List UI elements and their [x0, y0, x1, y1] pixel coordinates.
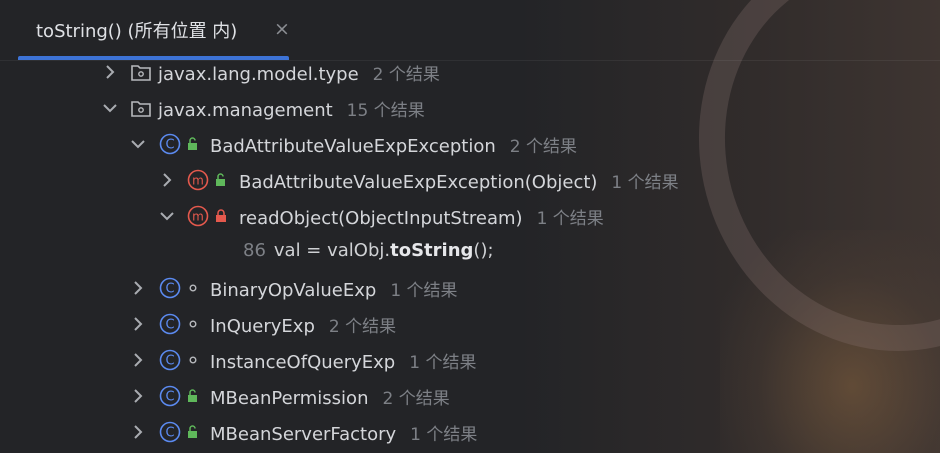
tree-node-label: InQueryExp 2 个结果	[210, 312, 396, 337]
close-icon[interactable]: ×	[274, 17, 290, 41]
svg-text:C: C	[165, 138, 174, 153]
tree-node-method[interactable]: m readObject(ObjectInputStream) 1 个结果	[0, 198, 940, 234]
node-name: BadAttributeValueExpException	[210, 136, 496, 157]
result-count: 1 个结果	[611, 173, 679, 193]
usage-code-line[interactable]: 86 val = valObj.toString();	[0, 234, 940, 270]
class-icon: C	[159, 313, 181, 335]
svg-text:C: C	[165, 282, 174, 297]
result-count: 2 个结果	[382, 389, 450, 409]
chevron-right-icon[interactable]	[130, 315, 146, 333]
tree-node-label: MBeanServerFactory 1 个结果	[210, 420, 477, 445]
chevron-right-icon[interactable]	[130, 279, 146, 297]
tree-node-package[interactable]: javax.management 15 个结果	[0, 90, 940, 126]
node-name: InstanceOfQueryExp	[210, 352, 396, 373]
tree-node-label: BinaryOpValueExp 1 个结果	[210, 276, 458, 301]
class-icon: C	[159, 277, 181, 299]
result-count: 1 个结果	[409, 353, 477, 373]
package-private-icon	[189, 320, 197, 328]
node-name: javax.lang.model.type	[158, 64, 359, 85]
node-name: BadAttributeValueExpException(Object)	[239, 172, 598, 193]
code-after: ();	[473, 240, 494, 261]
tree-node-class[interactable]: C InQueryExp 2 个结果	[0, 306, 940, 342]
method-icon: m	[187, 169, 209, 191]
tree-node-package[interactable]: javax.lang.model.type 2 个结果	[0, 54, 940, 90]
svg-text:C: C	[165, 354, 174, 369]
result-count: 15 个结果	[346, 101, 425, 121]
tree-node-label: BadAttributeValueExpException(Object) 1 个…	[239, 168, 679, 193]
tree-node-label: readObject(ObjectInputStream) 1 个结果	[239, 204, 604, 229]
code-before: val = valObj.	[273, 240, 391, 261]
tab-title: toString() (所有位置 内)	[36, 21, 238, 42]
code-snippet: 86 val = valObj.toString();	[243, 240, 494, 261]
class-icon: C	[159, 385, 181, 407]
svg-text:m: m	[192, 210, 204, 224]
package-folder-icon	[131, 101, 151, 117]
tree-node-class[interactable]: C InstanceOfQueryExp 1 个结果	[0, 342, 940, 378]
public-unlock-icon	[188, 137, 197, 150]
private-lock-icon	[216, 209, 226, 222]
code-match: toString	[390, 240, 474, 261]
tree-node-class[interactable]: C BadAttributeValueExpException 2 个结果	[0, 126, 940, 162]
result-count: 1 个结果	[390, 281, 458, 301]
result-count: 1 个结果	[410, 425, 478, 445]
svg-text:C: C	[165, 318, 174, 333]
svg-text:C: C	[165, 426, 174, 441]
tab-find-usages[interactable]: toString() (所有位置 内) ×	[18, 0, 290, 60]
package-private-icon	[189, 284, 197, 292]
tree-node-label: javax.management 15 个结果	[158, 96, 425, 121]
chevron-right-icon[interactable]	[159, 171, 175, 189]
public-unlock-icon	[188, 389, 197, 402]
tree-node-label: javax.lang.model.type 2 个结果	[158, 60, 440, 85]
chevron-right-icon[interactable]	[130, 387, 146, 405]
chevron-down-icon[interactable]	[130, 135, 146, 153]
public-unlock-icon	[188, 425, 197, 438]
chevron-right-icon[interactable]	[130, 351, 146, 369]
package-folder-icon	[131, 65, 151, 81]
tree-node-class[interactable]: C BinaryOpValueExp 1 个结果	[0, 270, 940, 306]
node-name: javax.management	[158, 100, 333, 121]
svg-text:C: C	[165, 390, 174, 405]
tree-node-class[interactable]: C MBeanServerFactory 1 个结果	[0, 414, 940, 450]
chevron-down-icon[interactable]	[102, 99, 118, 117]
class-icon: C	[159, 133, 181, 155]
result-count: 2 个结果	[372, 65, 440, 85]
node-name: BinaryOpValueExp	[210, 280, 377, 301]
class-icon: C	[159, 349, 181, 371]
chevron-right-icon[interactable]	[102, 63, 118, 81]
tree-node-label: BadAttributeValueExpException 2 个结果	[210, 132, 577, 157]
node-name: MBeanServerFactory	[210, 424, 397, 445]
method-icon: m	[187, 205, 209, 227]
tab-bar: toString() (所有位置 内) ×	[0, 0, 940, 61]
line-number: 86	[243, 240, 266, 261]
class-icon: C	[159, 421, 181, 443]
svg-text:m: m	[192, 174, 204, 188]
node-name: readObject(ObjectInputStream)	[239, 208, 523, 229]
package-private-icon	[189, 356, 197, 364]
result-count: 2 个结果	[328, 317, 397, 337]
node-name: InQueryExp	[210, 316, 315, 337]
tree-node-method[interactable]: m BadAttributeValueExpException(Object) 1…	[0, 162, 940, 198]
tree-node-label: InstanceOfQueryExp 1 个结果	[210, 348, 476, 373]
public-unlock-icon	[216, 173, 225, 186]
result-count: 2 个结果	[509, 137, 577, 157]
node-name: MBeanPermission	[210, 388, 369, 409]
tree-node-label: MBeanPermission 2 个结果	[210, 384, 450, 409]
result-count: 1 个结果	[536, 209, 604, 229]
tree-node-class[interactable]: C MBeanPermission 2 个结果	[0, 378, 940, 414]
chevron-down-icon[interactable]	[159, 207, 175, 225]
chevron-right-icon[interactable]	[130, 423, 146, 441]
